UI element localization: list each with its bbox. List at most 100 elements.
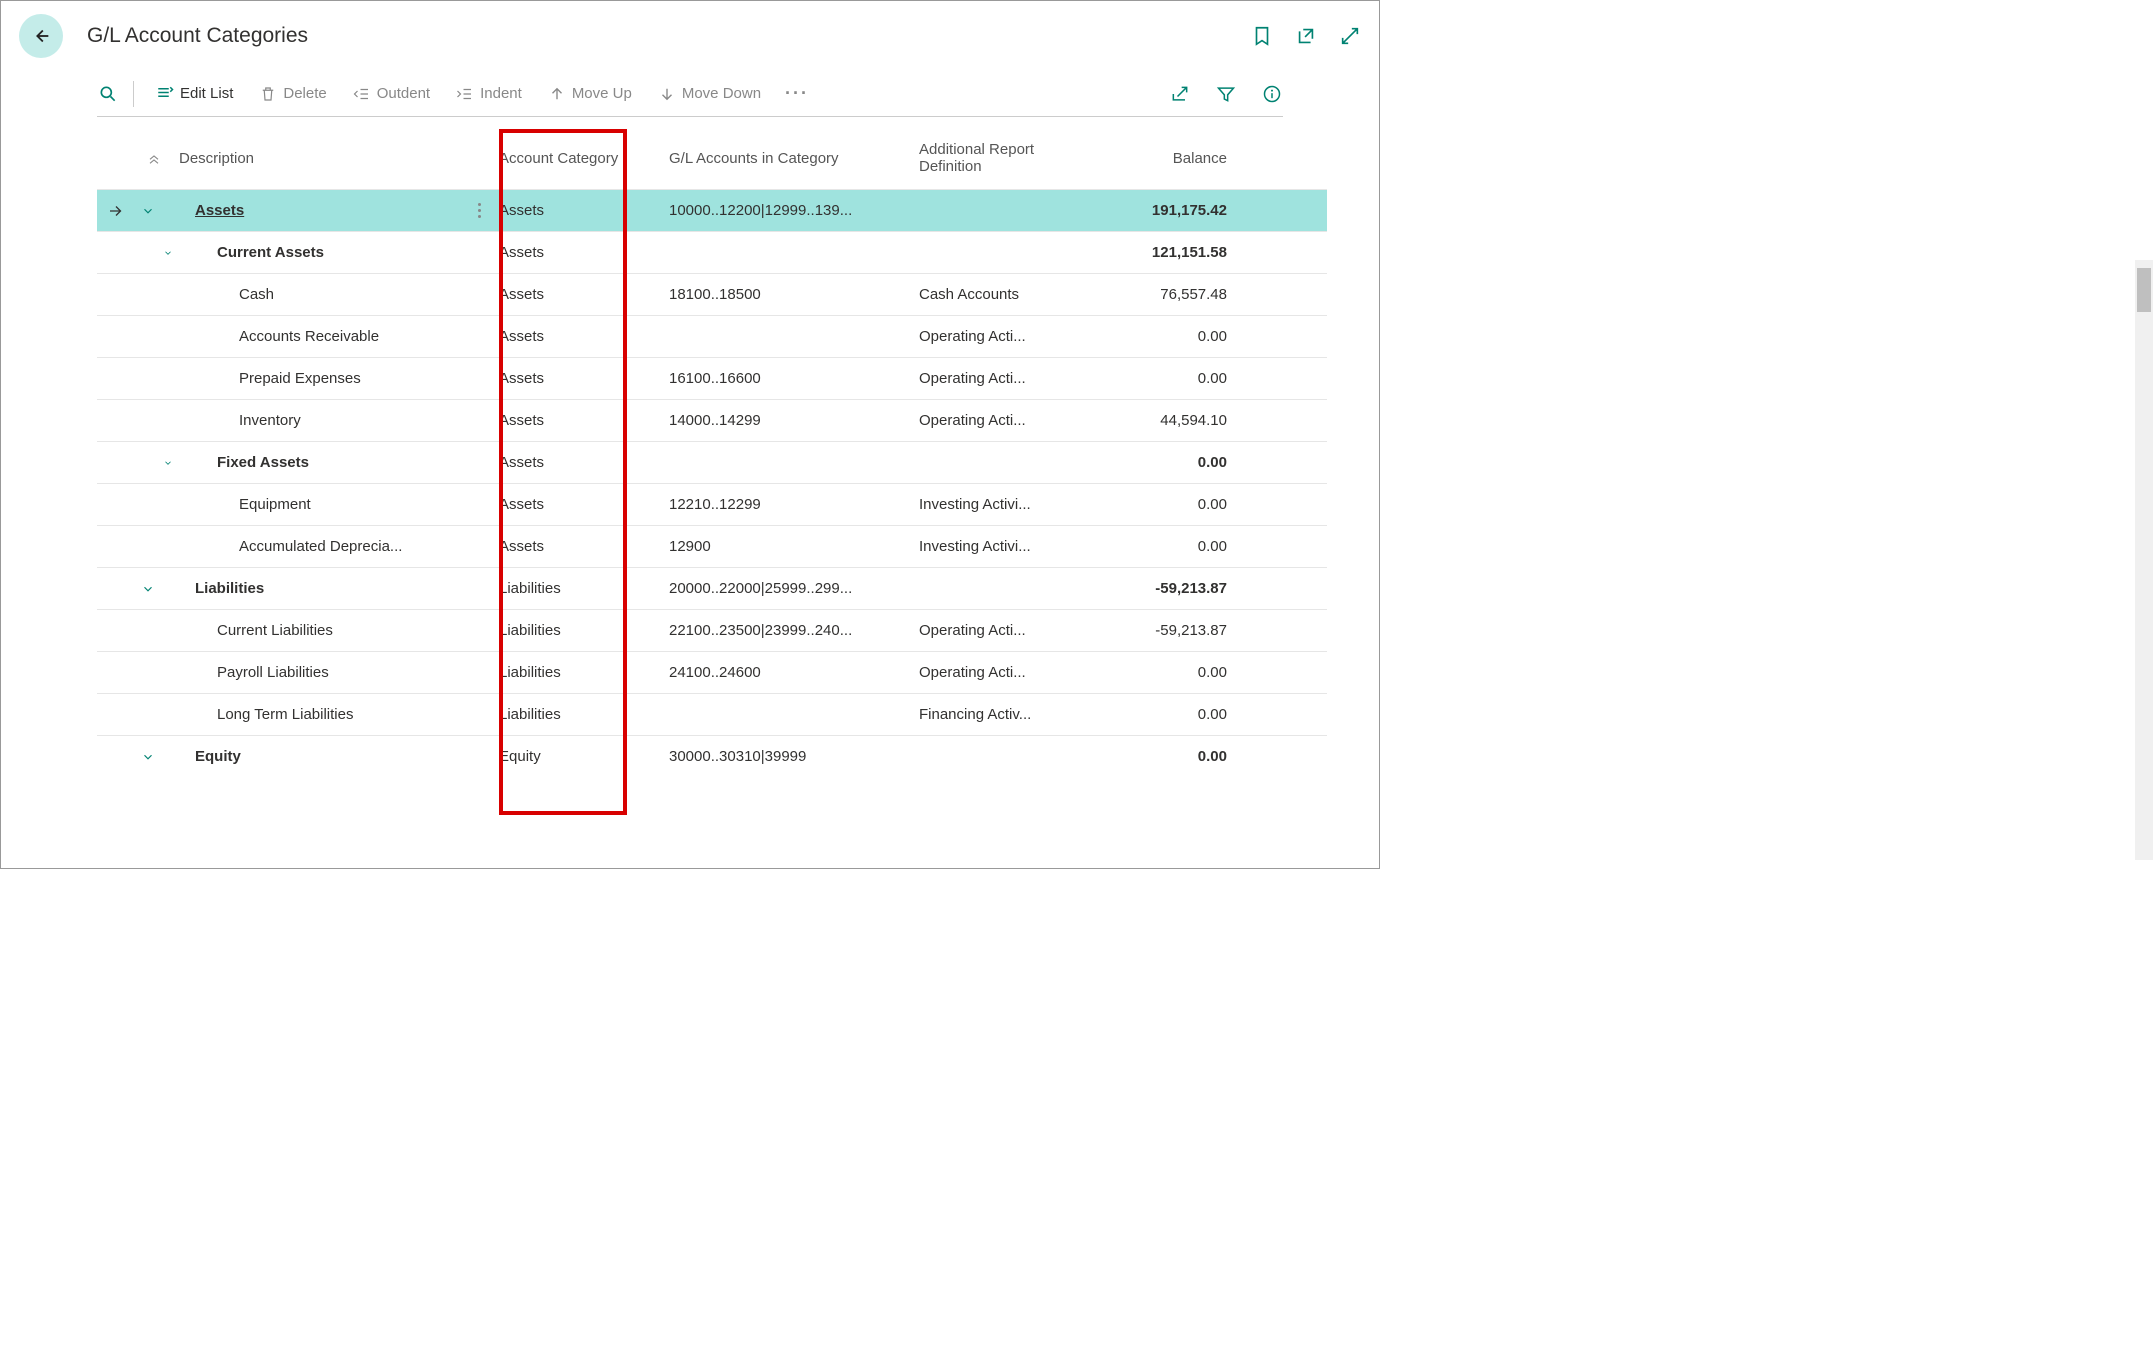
table-row[interactable]: EquityEquity30000..30310|399990.00 xyxy=(97,735,1327,777)
col-description[interactable]: Description xyxy=(173,150,493,167)
vertical-scrollbar[interactable] xyxy=(2135,260,2153,860)
row-description[interactable]: Inventory xyxy=(239,412,301,429)
table-row[interactable]: Accumulated Deprecia... Assets12900Invest… xyxy=(97,525,1327,567)
row-account-category[interactable]: Assets xyxy=(493,412,663,429)
search-button[interactable] xyxy=(97,83,119,105)
chevron-down-icon[interactable] xyxy=(135,750,173,764)
row-balance: 0.00 xyxy=(1083,538,1233,555)
outdent-button[interactable]: Outdent xyxy=(345,81,438,107)
row-description[interactable]: Current Liabilities xyxy=(217,622,333,639)
row-gl-accounts[interactable]: 30000..30310|39999 xyxy=(663,748,913,765)
row-account-category[interactable]: Assets xyxy=(493,286,663,303)
row-description[interactable]: Accounts Receivable xyxy=(239,328,379,345)
filter-button[interactable] xyxy=(1215,83,1237,105)
arrow-up-icon xyxy=(548,85,566,103)
row-description[interactable]: Long Term Liabilities xyxy=(217,706,353,723)
edit-list-button[interactable]: Edit List xyxy=(148,81,241,107)
more-actions-button[interactable]: ··· xyxy=(779,83,815,104)
row-balance: 0.00 xyxy=(1083,664,1233,681)
row-description[interactable]: Liabilities xyxy=(195,580,264,597)
col-account-category[interactable]: Account Category xyxy=(493,150,663,167)
expand-icon[interactable] xyxy=(1339,25,1361,47)
info-button[interactable] xyxy=(1261,83,1283,105)
row-balance: 191,175.42 xyxy=(1083,202,1233,219)
table-row[interactable]: Payroll Liabilities Liabilities24100..246… xyxy=(97,651,1327,693)
row-gl-accounts[interactable]: 12900 xyxy=(663,538,913,555)
table-row[interactable]: Long Term Liabilities Liabilities Financin… xyxy=(97,693,1327,735)
row-balance: 0.00 xyxy=(1083,748,1233,765)
row-gl-accounts[interactable]: 14000..14299 xyxy=(663,412,913,429)
row-description[interactable]: Assets xyxy=(195,202,244,219)
collapse-all-icon[interactable] xyxy=(135,150,173,166)
row-gl-accounts[interactable]: 18100..18500 xyxy=(663,286,913,303)
open-new-window-icon[interactable] xyxy=(1295,25,1317,47)
move-down-button[interactable]: Move Down xyxy=(650,81,769,107)
col-gl-accounts[interactable]: G/L Accounts in Category xyxy=(663,150,913,167)
table-row[interactable]: Accounts Receivable Assets Operating Acti.… xyxy=(97,315,1327,357)
row-gl-accounts[interactable]: 22100..23500|23999..240... xyxy=(663,622,913,639)
row-account-category[interactable]: Liabilities xyxy=(493,706,663,723)
col-additional-report[interactable]: Additional Report Definition xyxy=(913,141,1083,175)
row-report-definition[interactable]: Cash Accounts xyxy=(913,286,1083,303)
move-up-button[interactable]: Move Up xyxy=(540,81,640,107)
table-row[interactable]: LiabilitiesLiabilities20000..22000|25999… xyxy=(97,567,1327,609)
indent-button[interactable]: Indent xyxy=(448,81,530,107)
row-account-category[interactable]: Assets xyxy=(493,538,663,555)
row-account-category[interactable]: Assets xyxy=(493,370,663,387)
row-report-definition[interactable]: Financing Activ... xyxy=(913,706,1083,723)
row-account-category[interactable]: Assets xyxy=(493,454,663,471)
share-button[interactable] xyxy=(1169,83,1191,105)
table-row[interactable]: Prepaid Expenses Assets16100..16600Operat… xyxy=(97,357,1327,399)
table-row[interactable]: Cash Assets18100..18500Cash Accounts76,55… xyxy=(97,273,1327,315)
row-balance: 0.00 xyxy=(1083,706,1233,723)
row-description[interactable]: Current Assets xyxy=(217,244,324,261)
bookmark-icon[interactable] xyxy=(1251,25,1273,47)
row-gl-accounts[interactable]: 16100..16600 xyxy=(663,370,913,387)
row-account-category[interactable]: Assets xyxy=(493,244,663,261)
chevron-down-icon[interactable] xyxy=(135,456,173,470)
back-button[interactable] xyxy=(19,14,63,58)
row-description[interactable]: Equity xyxy=(195,748,241,765)
table-row[interactable]: Inventory Assets14000..14299Operating Act… xyxy=(97,399,1327,441)
row-description[interactable]: Equipment xyxy=(239,496,311,513)
table-row[interactable]: Equipment Assets12210..12299Investing Act… xyxy=(97,483,1327,525)
chevron-down-icon[interactable] xyxy=(135,246,173,260)
trash-icon xyxy=(259,85,277,103)
row-account-category[interactable]: Assets xyxy=(493,496,663,513)
scrollbar-thumb[interactable] xyxy=(2137,268,2151,312)
row-report-definition[interactable]: Investing Activi... xyxy=(913,496,1083,513)
row-account-category[interactable]: Assets xyxy=(493,328,663,345)
page-title: G/L Account Categories xyxy=(87,24,308,48)
row-description[interactable]: Accumulated Deprecia... xyxy=(239,538,402,555)
row-report-definition[interactable]: Operating Acti... xyxy=(913,328,1083,345)
table-row[interactable]: AssetsAssets10000..12200|12999..139...19… xyxy=(97,189,1327,231)
row-balance: 76,557.48 xyxy=(1083,286,1233,303)
row-description[interactable]: Cash xyxy=(239,286,274,303)
row-gl-accounts[interactable]: 20000..22000|25999..299... xyxy=(663,580,913,597)
row-report-definition[interactable]: Investing Activi... xyxy=(913,538,1083,555)
row-report-definition[interactable]: Operating Acti... xyxy=(913,622,1083,639)
row-description[interactable]: Fixed Assets xyxy=(217,454,309,471)
table-row[interactable]: Fixed AssetsAssets0.00 xyxy=(97,441,1327,483)
row-account-category[interactable]: Liabilities xyxy=(493,580,663,597)
col-balance[interactable]: Balance xyxy=(1083,150,1233,167)
row-description[interactable]: Prepaid Expenses xyxy=(239,370,361,387)
row-balance: 121,151.58 xyxy=(1083,244,1233,261)
row-account-category[interactable]: Equity xyxy=(493,748,663,765)
row-description[interactable]: Payroll Liabilities xyxy=(217,664,329,681)
row-account-category[interactable]: Liabilities xyxy=(493,664,663,681)
chevron-down-icon[interactable] xyxy=(135,204,173,218)
table-row[interactable]: Current Liabilities Liabilities22100..235… xyxy=(97,609,1327,651)
row-account-category[interactable]: Liabilities xyxy=(493,622,663,639)
row-gl-accounts[interactable]: 10000..12200|12999..139... xyxy=(663,202,913,219)
row-gl-accounts[interactable]: 12210..12299 xyxy=(663,496,913,513)
row-report-definition[interactable]: Operating Acti... xyxy=(913,370,1083,387)
delete-button[interactable]: Delete xyxy=(251,81,334,107)
row-menu-icon[interactable] xyxy=(478,203,487,218)
chevron-down-icon[interactable] xyxy=(135,582,173,596)
row-gl-accounts[interactable]: 24100..24600 xyxy=(663,664,913,681)
row-report-definition[interactable]: Operating Acti... xyxy=(913,412,1083,429)
table-row[interactable]: Current Assets Assets 121,151.58 xyxy=(97,231,1327,273)
row-account-category[interactable]: Assets xyxy=(493,202,663,219)
row-report-definition[interactable]: Operating Acti... xyxy=(913,664,1083,681)
